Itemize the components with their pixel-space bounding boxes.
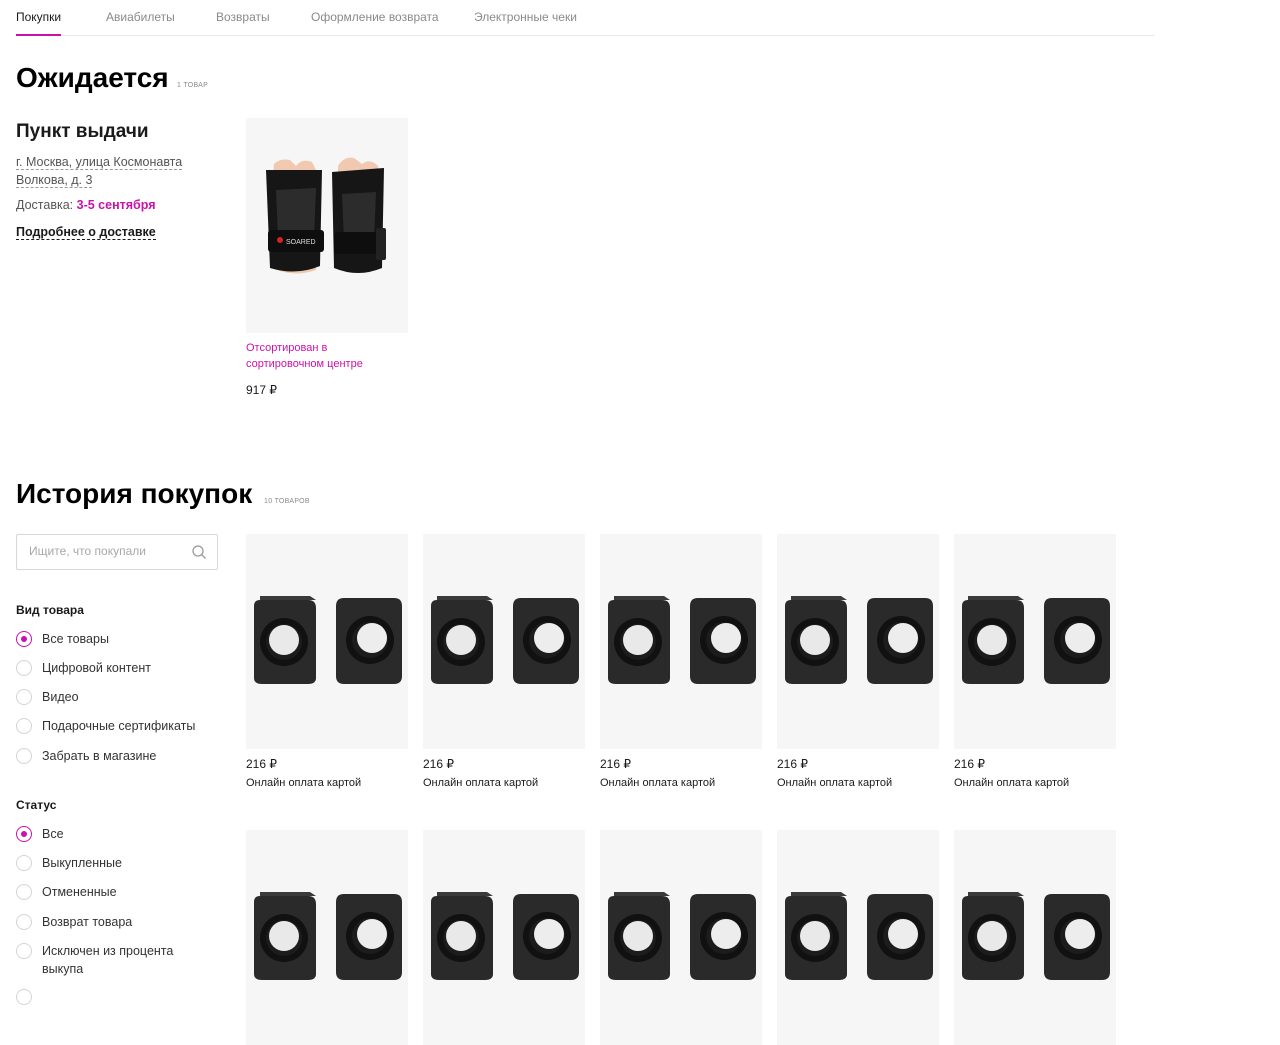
tab-e-receipts[interactable]: Электронные чеки	[474, 10, 577, 24]
item-payment-method: Онлайн оплата картой	[246, 777, 362, 789]
delivery-info: Доставка: 3-5 сентября	[16, 198, 156, 212]
delivery-label: Доставка:	[16, 198, 74, 212]
radio-icon[interactable]	[16, 884, 32, 900]
tab-purchases[interactable]: Покупки	[16, 10, 62, 36]
history-item-card[interactable]	[600, 830, 762, 1045]
history-count: 10 товаров	[264, 498, 310, 505]
item-payment-method: Онлайн оплата картой	[954, 777, 1070, 789]
radio-checked-icon[interactable]	[16, 826, 32, 842]
radio-icon[interactable]	[16, 718, 32, 734]
speakers-image[interactable]	[777, 830, 939, 1045]
history-item-card[interactable]: 216 ₽ Онлайн оплата картой	[777, 534, 939, 794]
speakers-image[interactable]	[600, 830, 762, 1045]
radio-icon[interactable]	[16, 748, 32, 764]
speakers-image[interactable]	[246, 830, 408, 1045]
history-item-card[interactable]: 216 ₽ Онлайн оплата картой	[246, 534, 408, 794]
history-search-input[interactable]	[27, 543, 191, 559]
radio-checked-icon[interactable]	[16, 631, 32, 647]
history-search[interactable]	[16, 534, 218, 570]
filter-type-title: Вид товара	[16, 603, 84, 617]
speakers-image[interactable]	[423, 534, 585, 749]
wrist-guards-image[interactable]: SOARED	[246, 118, 408, 333]
history-item-card[interactable]: 216 ₽ Онлайн оплата картой	[423, 534, 585, 794]
tab-air-tickets[interactable]: Авиабилеты	[106, 10, 175, 24]
expected-product-card[interactable]: SOARED Отсортирован в сортировочном цент…	[246, 118, 408, 403]
search-icon[interactable]	[191, 544, 207, 560]
radio-icon[interactable]	[16, 914, 32, 930]
item-price: 216 ₽	[423, 757, 454, 771]
history-item-card[interactable]	[954, 830, 1116, 1045]
pickup-title: Пункт выдачи	[16, 121, 149, 142]
radio-icon[interactable]	[16, 943, 32, 959]
history-item-card[interactable]: 216 ₽ Онлайн оплата картой	[600, 534, 762, 794]
speakers-image[interactable]	[954, 830, 1116, 1045]
radio-icon[interactable]	[16, 855, 32, 871]
item-payment-method: Онлайн оплата картой	[777, 777, 893, 789]
filter-status-title: Статус	[16, 798, 57, 812]
pickup-address[interactable]: г. Москва, улица Космонавта Волкова, д. …	[16, 154, 196, 189]
expected-count: 1 товар	[177, 82, 209, 89]
product-price: 917 ₽	[246, 383, 277, 397]
brand-text: SOARED	[286, 239, 316, 246]
address-line-2: Волкова, д. 3	[16, 172, 93, 188]
speakers-image[interactable]	[777, 534, 939, 749]
speakers-image[interactable]	[600, 534, 762, 749]
item-price: 216 ₽	[600, 757, 631, 771]
tab-returns[interactable]: Возвраты	[216, 10, 270, 24]
expected-title: Ожидается	[16, 62, 169, 93]
radio-icon[interactable]	[16, 689, 32, 705]
tabs-bar: Покупки Авиабилеты Возвраты Оформление в…	[16, 0, 1154, 36]
history-item-card[interactable]: 216 ₽ Онлайн оплата картой	[954, 534, 1116, 794]
radio-icon[interactable]	[16, 989, 32, 1005]
speakers-image[interactable]	[954, 534, 1116, 749]
history-item-card[interactable]	[777, 830, 939, 1045]
item-price: 216 ₽	[954, 757, 985, 771]
speakers-image[interactable]	[246, 534, 408, 749]
delivery-details-link[interactable]: Подробнее о доставке	[16, 225, 156, 240]
history-item-card[interactable]	[423, 830, 585, 1045]
item-payment-method: Онлайн оплата картой	[423, 777, 539, 789]
speakers-image[interactable]	[423, 830, 585, 1045]
product-status: Отсортирован в сортировочном центре	[246, 342, 363, 370]
address-line-1: г. Москва, улица Космонавта	[16, 155, 183, 170]
tab-return-request[interactable]: Оформление возврата	[311, 10, 439, 24]
item-payment-method: Онлайн оплата картой	[600, 777, 716, 789]
history-item-card[interactable]	[246, 830, 408, 1045]
item-price: 216 ₽	[777, 757, 808, 771]
item-price: 216 ₽	[246, 757, 277, 771]
delivery-date: 3-5 сентября	[76, 198, 156, 212]
history-title: История покупок	[16, 478, 253, 509]
radio-icon[interactable]	[16, 660, 32, 676]
